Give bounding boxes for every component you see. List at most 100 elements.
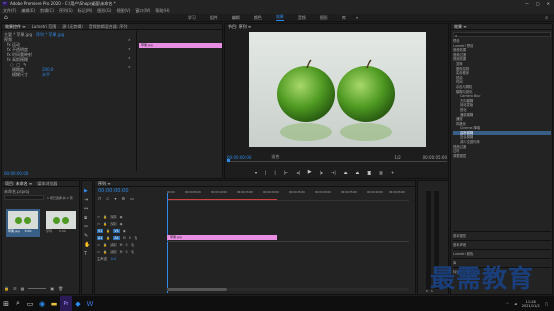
search-icon[interactable]: ⌕: [545, 15, 548, 21]
lock-icon[interactable]: 🔒: [106, 229, 110, 233]
track-label[interactable]: A2: [110, 242, 117, 247]
linked-selection-icon[interactable]: ⊂: [106, 196, 109, 201]
eye-icon[interactable]: ◉: [123, 229, 126, 233]
menu-edit[interactable]: 编辑(E): [21, 8, 35, 14]
workspace-graphics[interactable]: 图形: [320, 15, 328, 21]
more-icon[interactable]: »: [356, 15, 358, 20]
panel-lumetri-color[interactable]: Lumetri 颜色: [453, 249, 551, 258]
fit-dropdown[interactable]: 适合: [271, 154, 279, 160]
workspace-assembly[interactable]: 组件: [210, 15, 218, 21]
source-patch[interactable]: V1: [97, 228, 104, 233]
effect-controls-timecode[interactable]: 00:00:00:00: [4, 171, 28, 176]
zoom-slider[interactable]: [28, 288, 47, 289]
project-item[interactable]: 苹果.jpg 5:00: [6, 209, 40, 237]
eye-icon[interactable]: ◉: [120, 215, 123, 219]
reset-icon[interactable]: ↺: [128, 56, 133, 60]
trash-icon[interactable]: 🗑: [58, 286, 63, 291]
tab-audio-mixer[interactable]: 音频剪辑混合器: 序列: [89, 24, 128, 30]
notifications-icon[interactable]: ▢: [545, 302, 548, 306]
tab-media-browser[interactable]: 媒体浏览器: [37, 181, 57, 187]
lock-icon[interactable]: 🔒: [103, 222, 107, 226]
lock-icon[interactable]: 🔒: [103, 250, 107, 254]
close-button[interactable]: ✕: [547, 1, 550, 6]
pen-tool-icon[interactable]: ✎: [84, 233, 90, 239]
mark-in-icon[interactable]: |: [265, 170, 266, 175]
lock-icon[interactable]: 🔒: [4, 286, 9, 291]
volume-icon[interactable]: ◄: [514, 302, 517, 306]
effects-panel-title[interactable]: 效果 ≡: [454, 24, 467, 30]
add-marker-icon[interactable]: ▾: [255, 170, 257, 175]
mark-out-icon[interactable]: |: [274, 170, 275, 175]
project-item[interactable]: 序列 5:00: [44, 209, 78, 237]
maximize-button[interactable]: ▢: [536, 1, 540, 6]
menu-clip[interactable]: 剪辑(C): [40, 8, 54, 14]
blur-dimension-value[interactable]: 水平: [42, 72, 50, 78]
master-volume-value[interactable]: 0.0: [111, 257, 116, 261]
solo-button[interactable]: S: [129, 236, 131, 240]
timeline-timecode[interactable]: 00:00:00:00: [98, 188, 129, 194]
solo-button[interactable]: S: [125, 243, 127, 247]
settings-wrench-icon[interactable]: +: [391, 170, 394, 175]
tab-effect-controls[interactable]: 效果控件 ≡: [5, 24, 26, 30]
reset-icon[interactable]: ↺: [128, 47, 133, 51]
file-explorer-icon[interactable]: ▬: [48, 296, 60, 311]
step-back-icon[interactable]: ◂|: [296, 170, 299, 175]
mute-button[interactable]: M: [123, 236, 126, 240]
ripple-edit-tool-icon[interactable]: ↔: [84, 206, 90, 212]
menu-window[interactable]: 窗口(W): [135, 8, 150, 14]
menu-file[interactable]: 文件(F): [3, 8, 16, 14]
razor-tool-icon[interactable]: ✂: [84, 224, 90, 230]
menu-sequence[interactable]: 序列(S): [59, 8, 73, 14]
track-select-tool-icon[interactable]: ⇥: [84, 197, 90, 203]
lock-icon[interactable]: 🔒: [106, 236, 110, 240]
browser-icon[interactable]: ◉: [36, 296, 48, 311]
resolution-dropdown[interactable]: 1/2: [394, 155, 400, 160]
go-to-in-icon[interactable]: |←: [284, 170, 289, 175]
type-tool-icon[interactable]: T: [84, 251, 90, 257]
workspace-effects[interactable]: 效果: [275, 14, 284, 21]
mini-clip-bar[interactable]: 苹果.jpg: [139, 43, 222, 48]
lift-icon[interactable]: ⏏: [344, 170, 348, 175]
clock-date[interactable]: 2021/11/2: [522, 304, 540, 308]
tab-lumetri-scopes[interactable]: Lumetri 范围: [32, 24, 57, 30]
list-view-icon[interactable]: ☰: [13, 286, 17, 291]
tab-project[interactable]: 项目: 未命名 ≡: [5, 181, 32, 187]
workspace-learn[interactable]: 学习: [188, 15, 196, 21]
toggle-sync-icon[interactable]: ▭: [97, 222, 100, 226]
menu-view[interactable]: 视图(V): [116, 8, 130, 14]
program-timecode[interactable]: 00:00:00:00: [227, 155, 251, 160]
workspace-libraries[interactable]: 库: [342, 15, 346, 21]
reset-icon[interactable]: ↺: [128, 65, 133, 69]
word-icon[interactable]: W: [84, 296, 96, 311]
panel-essential-graphics[interactable]: 基本图形: [453, 231, 551, 240]
timeline-scrollbar[interactable]: [167, 288, 409, 291]
menu-help[interactable]: 帮助(H): [155, 8, 169, 14]
toggle-sync-icon[interactable]: ▭: [97, 243, 100, 247]
work-area-bar[interactable]: [167, 199, 277, 200]
tab-source[interactable]: 源:(无剪辑): [62, 24, 82, 30]
step-forward-icon[interactable]: |▸: [320, 170, 323, 175]
mute-button[interactable]: M: [120, 250, 123, 254]
tree-item[interactable]: 调整图层: [453, 154, 551, 159]
slip-tool-icon[interactable]: ⧈: [84, 215, 90, 221]
program-monitor-title[interactable]: 节目: 序列 ≡: [228, 24, 251, 30]
captions-icon[interactable]: ▭: [130, 196, 134, 201]
comparison-view-icon[interactable]: ▥: [379, 170, 383, 175]
scroll-thumb[interactable]: [167, 288, 227, 291]
tab-sequence[interactable]: 序列 ≡: [98, 181, 111, 187]
network-icon[interactable]: ◠: [506, 302, 509, 306]
solo-button[interactable]: S: [125, 250, 127, 254]
search-icon[interactable]: ⌕: [12, 296, 24, 311]
home-icon[interactable]: ⌂: [4, 14, 8, 21]
panel-essential-sound[interactable]: 基本声音: [453, 240, 551, 249]
toggle-sync-icon[interactable]: ▭: [97, 215, 100, 219]
go-to-out-icon[interactable]: →|: [331, 170, 336, 175]
icon-view-icon[interactable]: ▦: [21, 286, 25, 291]
snap-icon[interactable]: ⊓: [98, 196, 101, 201]
workspace-color[interactable]: 颜色: [254, 15, 262, 21]
mic-icon[interactable]: 🎙: [134, 236, 138, 240]
sequence-clip[interactable]: 序列 * 苹果.jpg: [36, 32, 64, 38]
mute-button[interactable]: M: [120, 243, 123, 247]
time-ruler[interactable]: 00:00 00:00:05:00 00:00:10:00 00:00:15:0…: [167, 191, 409, 201]
minimize-button[interactable]: —: [525, 1, 529, 6]
